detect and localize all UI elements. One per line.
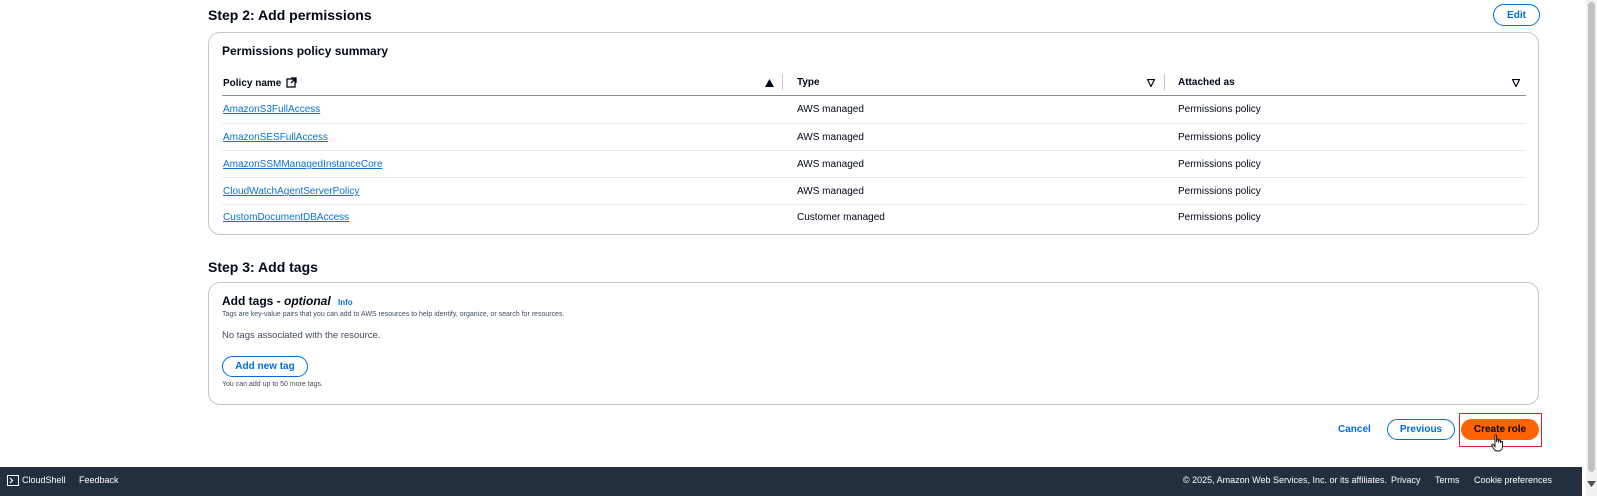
copyright-text: © 2025, Amazon Web Services, Inc. or its… [1183, 475, 1387, 485]
permissions-summary-title: Permissions policy summary [222, 44, 389, 58]
policy-link[interactable]: AmazonSESFullAccess [223, 132, 328, 143]
scrollbar-thumb[interactable] [1588, 2, 1595, 472]
add-tags-card [208, 282, 1539, 405]
add-new-tag-button[interactable]: Add new tag [222, 356, 308, 377]
column-header-policy-name[interactable]: Policy name [223, 77, 297, 89]
cookie-preferences-link[interactable]: Cookie preferences [1474, 475, 1552, 485]
policy-link[interactable]: AmazonSSMManagedInstanceCore [223, 159, 383, 170]
add-tags-title: Add tags - [222, 294, 284, 308]
cloudshell-link[interactable]: CloudShell [22, 475, 66, 485]
add-tags-heading: Add tags - optional Info [222, 294, 353, 308]
external-link-icon [286, 77, 297, 88]
policy-attached-as: Permissions policy [1178, 104, 1261, 115]
terms-link[interactable]: Terms [1435, 475, 1460, 485]
cloudshell-icon[interactable] [7, 475, 19, 486]
edit-button[interactable]: Edit [1493, 4, 1540, 26]
policy-type: AWS managed [797, 132, 864, 143]
step3-title: Step 3: Add tags [208, 259, 318, 275]
sort-icon[interactable] [1147, 79, 1155, 87]
policy-link[interactable]: AmazonS3FullAccess [223, 104, 320, 115]
policy-attached-as: Permissions policy [1178, 186, 1261, 197]
table-row: AmazonSESFullAccess AWS managed Permissi… [222, 123, 1526, 151]
policy-attached-as: Permissions policy [1178, 159, 1261, 170]
policy-type: AWS managed [797, 104, 864, 115]
scroll-down-arrow-icon[interactable] [1587, 481, 1596, 487]
console-footer: CloudShell Feedback © 2025, Amazon Web S… [0, 467, 1582, 496]
column-separator [1164, 74, 1165, 90]
table-row: CloudWatchAgentServerPolicy AWS managed … [222, 177, 1526, 205]
policy-attached-as: Permissions policy [1178, 132, 1261, 143]
policy-type: AWS managed [797, 186, 864, 197]
column-header-type[interactable]: Type [797, 77, 820, 88]
vertical-scrollbar[interactable] [1586, 0, 1597, 496]
cancel-button[interactable]: Cancel [1338, 424, 1371, 435]
column-separator [782, 74, 783, 90]
table-row: AmazonSSMManagedInstanceCore AWS managed… [222, 150, 1526, 178]
feedback-link[interactable]: Feedback [79, 475, 119, 485]
policy-link[interactable]: CloudWatchAgentServerPolicy [223, 186, 359, 197]
policy-attached-as: Permissions policy [1178, 212, 1261, 223]
tag-limit-text: You can add up to 50 more tags. [222, 381, 323, 388]
sort-icon[interactable] [1512, 79, 1520, 87]
no-tags-text: No tags associated with the resource. [222, 330, 381, 341]
info-link[interactable]: Info [338, 298, 353, 307]
column-header-attached-as[interactable]: Attached as [1178, 77, 1235, 88]
step2-title: Step 2: Add permissions [208, 7, 372, 23]
table-row: CustomDocumentDBAccess Customer managed … [222, 204, 1526, 232]
policy-link[interactable]: CustomDocumentDBAccess [223, 212, 349, 223]
table-row: AmazonS3FullAccess AWS managed Permissio… [222, 96, 1526, 123]
policy-type: Customer managed [797, 212, 885, 223]
privacy-link[interactable]: Privacy [1391, 475, 1421, 485]
previous-button[interactable]: Previous [1387, 419, 1455, 440]
add-tags-description: Tags are key-value pairs that you can ad… [222, 311, 565, 318]
column-label-policy-name: Policy name [223, 78, 282, 89]
policy-type: AWS managed [797, 159, 864, 170]
hand-cursor-icon [1491, 434, 1504, 452]
sort-ascending-icon[interactable] [765, 79, 774, 87]
optional-label: optional [284, 294, 331, 308]
